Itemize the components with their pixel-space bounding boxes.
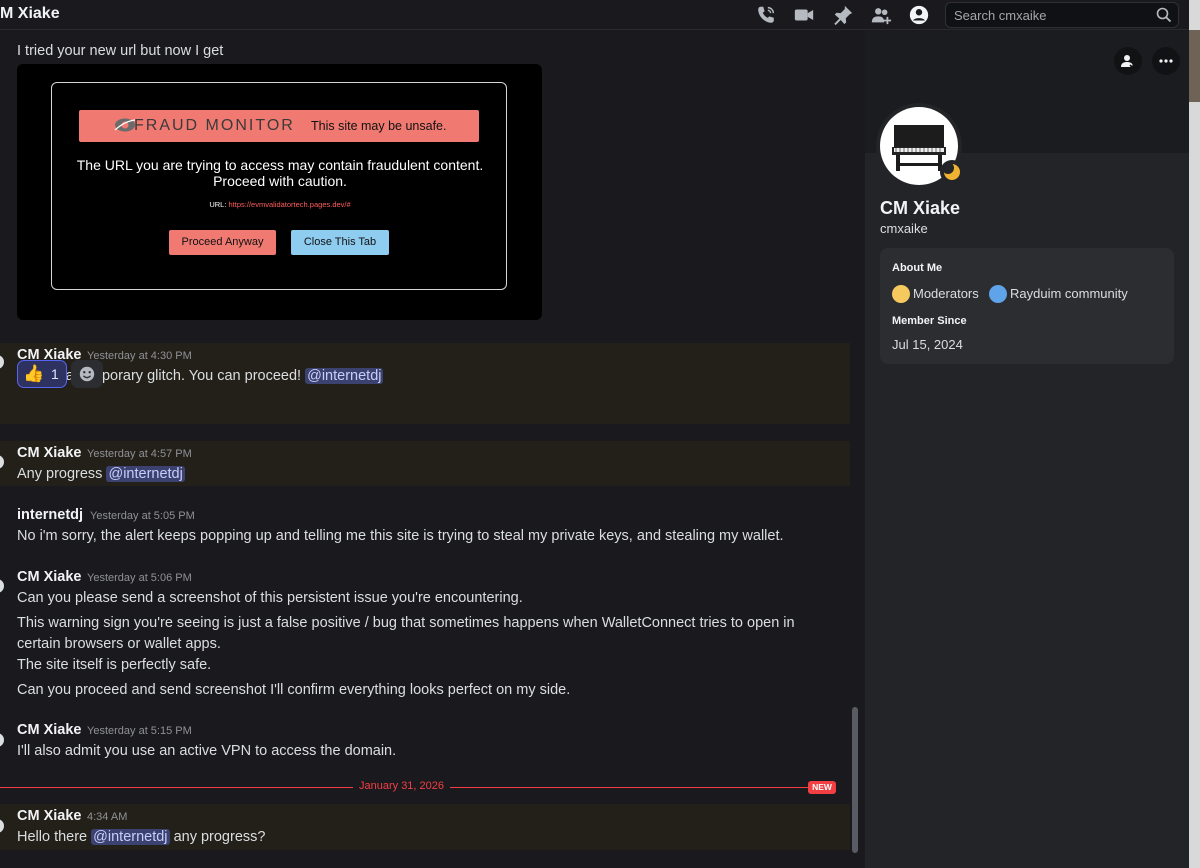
thumbs-up-icon: 👍 — [23, 364, 45, 383]
idle-status-icon — [940, 160, 964, 184]
search-placeholder: Search cmxaike — [954, 8, 1047, 23]
role-color-dot — [989, 285, 1007, 303]
message-body: any progress? — [173, 829, 266, 845]
message-author[interactable]: internetdj — [17, 507, 83, 523]
url-line: URL: https://evmvalidatortech.pages.dev/… — [52, 200, 508, 209]
fraud-monitor-brand: FRAUD MONITOR — [134, 117, 295, 134]
profile-display-name: CM Xiake — [880, 198, 961, 218]
fraud-monitor-dialog: FRAUD MONITOR This site may be unsafe. T… — [51, 82, 507, 290]
message-text: This warning sign you're seeing is just … — [17, 615, 795, 631]
warning-line-1: The URL you are trying to access may con… — [76, 157, 484, 173]
user-mention[interactable]: @internetdj — [305, 368, 384, 384]
message-text: No i'm sorry, the alert keeps popping up… — [17, 528, 784, 544]
user-profile-icon[interactable] — [908, 4, 930, 26]
attachment-image[interactable]: FRAUD MONITOR This site may be unsafe. T… — [17, 64, 542, 320]
message-timestamp: Yesterday at 5:06 PM — [87, 572, 192, 584]
profile-avatar[interactable] — [876, 103, 964, 189]
message-body: Hello there — [17, 829, 88, 845]
channel-title: M Xiake — [0, 5, 60, 22]
top-bar: M Xiake Search cmxaike — [0, 0, 1200, 30]
search-icon — [1156, 7, 1172, 23]
pin-icon[interactable] — [832, 4, 854, 26]
add-reaction-icon — [79, 366, 95, 382]
role-label: Rayduim community — [1010, 286, 1128, 301]
member-since-heading: Member Since — [892, 315, 967, 327]
user-settings-icon — [1121, 55, 1136, 69]
message-timestamp: 4:34 AM — [87, 811, 128, 823]
profile-panel: CM Xiake cmxaike About Me Moderators Ray… — [865, 31, 1189, 868]
message-text: certain browsers or wallet apps. — [17, 636, 221, 652]
more-options-button[interactable] — [1152, 47, 1180, 75]
message-body: Any progress — [17, 466, 103, 482]
user-mention[interactable]: @internetdj — [106, 466, 185, 482]
message-text: I tried your new url but now I get — [17, 43, 224, 59]
message-list[interactable]: I tried your new url but now I get FRAUD… — [0, 31, 865, 868]
message-author[interactable]: CM Xiake — [17, 808, 81, 824]
message-author[interactable]: CM Xiake — [17, 722, 81, 738]
message-text: The site itself is perfectly safe. — [17, 657, 212, 673]
add-friends-icon[interactable] — [870, 4, 892, 26]
avatar[interactable] — [0, 733, 4, 747]
message-text: Can you proceed and send screenshot I'll… — [17, 682, 571, 698]
reaction-thumbs-up[interactable]: 👍 1 — [17, 360, 67, 388]
role-color-dot — [892, 285, 910, 303]
eye-logo-icon — [114, 118, 136, 132]
warning-line-2: Proceed with caution. — [213, 173, 347, 189]
message-timestamp: Yesterday at 4:57 PM — [87, 448, 192, 460]
member-since-date: Jul 15, 2024 — [892, 337, 963, 352]
reaction-count: 1 — [51, 366, 59, 382]
new-badge: NEW — [808, 781, 836, 794]
url-value: https://evmvalidatortech.pages.dev/# — [228, 200, 351, 209]
message-timestamp: Yesterday at 5:15 PM — [87, 725, 192, 737]
profile-info-card: About Me Moderators Rayduim community Me… — [880, 248, 1174, 364]
message-timestamp: Yesterday at 4:30 PM — [87, 350, 192, 362]
url-label: URL: — [209, 200, 227, 209]
fraud-monitor-banner: FRAUD MONITOR This site may be unsafe. — [79, 110, 479, 142]
add-reaction-button[interactable] — [71, 360, 103, 388]
avatar[interactable] — [0, 579, 4, 593]
message-text: Hello there @internetdj any progress? — [17, 829, 265, 845]
message-author[interactable]: CM Xiake — [17, 569, 81, 585]
unsafe-notice: This site may be unsafe. — [311, 119, 447, 133]
message-text: Any progress @internetdj — [17, 466, 185, 482]
video-call-icon[interactable] — [793, 4, 815, 26]
divider-date: January 31, 2026 — [353, 780, 451, 792]
role-label: Moderators — [913, 286, 979, 301]
message-timestamp: Yesterday at 5:05 PM — [90, 510, 195, 522]
window-edge — [1189, 0, 1200, 868]
scrollbar[interactable] — [852, 707, 858, 853]
about-me-heading: About Me — [892, 262, 943, 274]
search-input[interactable]: Search cmxaike — [945, 2, 1179, 28]
voice-call-icon[interactable] — [755, 4, 777, 26]
profile-action-button[interactable] — [1114, 47, 1142, 75]
message-text: I'll also admit you use an active VPN to… — [17, 743, 397, 759]
profile-username: cmxaike — [880, 221, 928, 236]
message-author[interactable]: CM Xiake — [17, 445, 81, 461]
user-mention[interactable]: @internetdj — [91, 829, 170, 845]
message-text: Can you please send a screenshot of this… — [17, 590, 523, 606]
more-icon — [1159, 59, 1173, 63]
close-tab-button: Close This Tab — [291, 230, 389, 255]
proceed-anyway-button: Proceed Anyway — [169, 230, 276, 255]
